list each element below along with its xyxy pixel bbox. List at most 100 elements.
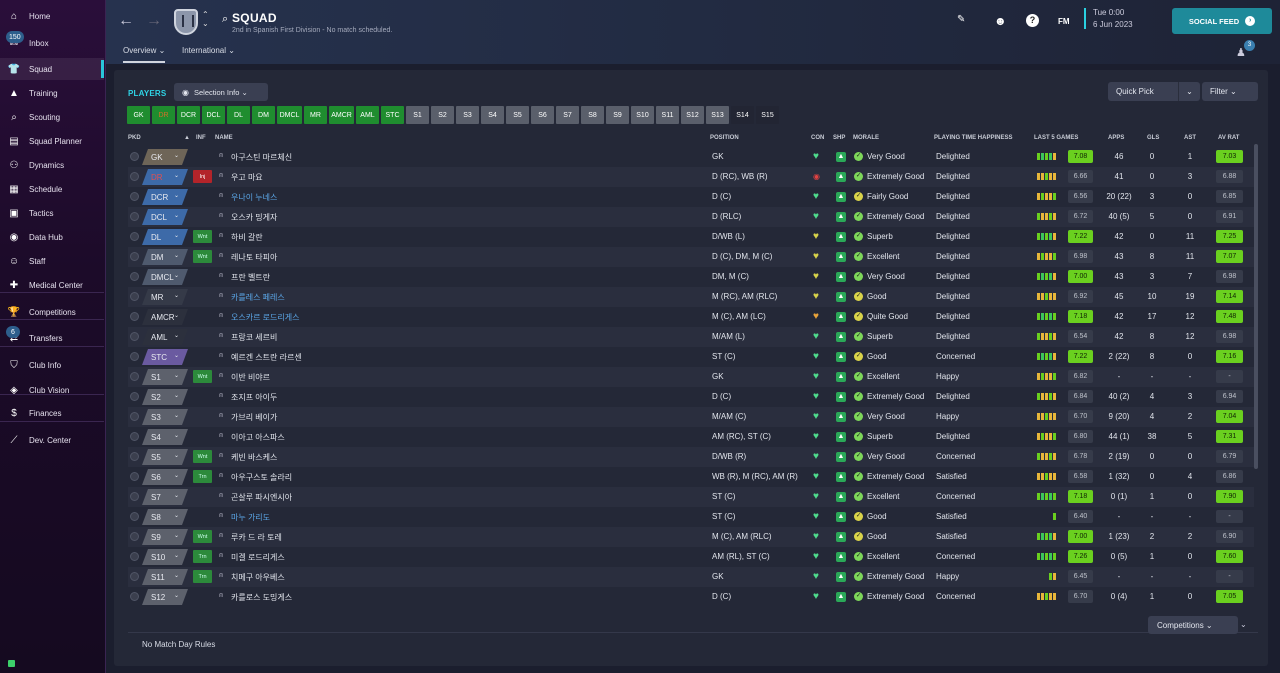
sidebar-item-training[interactable]: ▲ Training	[0, 82, 104, 104]
sidebar-item-dynamics[interactable]: ⚇ Dynamics	[0, 154, 104, 176]
scrollbar[interactable]	[1254, 144, 1258, 469]
sidebar-item-scouting[interactable]: ⌕ Scouting	[0, 106, 104, 128]
pkd-position-selector[interactable]: AMCR ⌄	[142, 309, 188, 325]
club-switch-icon[interactable]: ⌃ ⌄	[202, 10, 209, 28]
select-checkbox[interactable]	[130, 312, 139, 321]
sidebar-item-squad[interactable]: 👕 Squad	[0, 58, 104, 80]
position-tab-dm[interactable]: DM	[252, 106, 275, 124]
pkd-position-selector[interactable]: AML ⌄	[142, 329, 188, 345]
filter-button[interactable]: Filter ⌄	[1202, 82, 1258, 101]
table-row[interactable]: DCL ⌄ ⍝ 오스카 밍게자 D (RLC) ♥ ▲ ✓ Extremely Good Deli…	[128, 207, 1254, 227]
select-checkbox[interactable]	[130, 332, 139, 341]
table-row[interactable]: S9 ⌄ Wnt ⍝ 루카 드 라 토레 M (C), AM (RLC) ♥ ▲ ✓ Good Sa…	[128, 527, 1254, 547]
col-name[interactable]: NAME	[215, 135, 233, 141]
pkd-position-selector[interactable]: GK ⌄	[142, 149, 188, 165]
club-crest[interactable]	[174, 9, 198, 35]
sidebar-item-dev-center[interactable]: ⟋ Dev. Center	[0, 429, 104, 451]
position-tab-s12[interactable]: S12	[681, 106, 704, 124]
pkd-position-selector[interactable]: S3 ⌄	[142, 409, 188, 425]
table-row[interactable]: DR ⌄ Inj ⍝ 우고 마요 D (RC), WB (R) ◉ ▲ ✓ Extremely G…	[128, 167, 1254, 187]
position-tab-s4[interactable]: S4	[481, 106, 504, 124]
player-name[interactable]: 하비 갈란	[231, 232, 263, 243]
fm-menu[interactable]: FM	[1058, 17, 1070, 26]
position-tab-s6[interactable]: S6	[531, 106, 554, 124]
pkd-position-selector[interactable]: DMCL ⌄	[142, 269, 188, 285]
table-row[interactable]: S2 ⌄ ⍝ 조지프 아이두 D (C) ♥ ▲ ✓ Extremely Good Delight…	[128, 387, 1254, 407]
col-playing-time[interactable]: PLAYING TIME HAPPINESS	[934, 135, 1012, 141]
select-checkbox[interactable]	[130, 432, 139, 441]
select-checkbox[interactable]	[130, 492, 139, 501]
manager-face-icon[interactable]: ☻	[994, 14, 1007, 28]
pkd-position-selector[interactable]: MR ⌄	[142, 289, 188, 305]
position-tab-s15[interactable]: S15	[756, 106, 779, 124]
sidebar-item-data-hub[interactable]: ◉ Data Hub	[0, 226, 104, 248]
col-inf[interactable]: INF	[196, 135, 206, 141]
table-row[interactable]: S10 ⌄ Trn ⍝ 미겔 로드리게스 AM (RL), ST (C) ♥ ▲ ✓ Excell…	[128, 547, 1254, 567]
pkd-position-selector[interactable]: S6 ⌄	[142, 469, 188, 485]
position-tab-s14[interactable]: S14	[731, 106, 754, 124]
position-tab-s1[interactable]: S1	[406, 106, 429, 124]
col-av-rat[interactable]: AV RAT	[1218, 135, 1239, 141]
select-checkbox[interactable]	[130, 512, 139, 521]
position-tab-amcr[interactable]: AMCR	[329, 106, 354, 124]
tab-overview[interactable]: Overview ⌄	[123, 46, 166, 63]
position-tab-s5[interactable]: S5	[506, 106, 529, 124]
select-checkbox[interactable]	[130, 232, 139, 241]
select-checkbox[interactable]	[130, 272, 139, 281]
player-name[interactable]: 미겔 로드리게스	[231, 552, 285, 563]
table-row[interactable]: MR ⌄ ⍝ 카를레스 페레스 M (RC), AM (RLC) ♥ ▲ ✓ Good Delig…	[128, 287, 1254, 307]
player-name[interactable]: 조지프 아이두	[231, 392, 277, 403]
select-checkbox[interactable]	[130, 152, 139, 161]
col-gls[interactable]: GLS	[1147, 135, 1159, 141]
select-checkbox[interactable]	[130, 292, 139, 301]
select-checkbox[interactable]	[130, 392, 139, 401]
position-tab-gk[interactable]: GK	[127, 106, 150, 124]
select-checkbox[interactable]	[130, 212, 139, 221]
sidebar-item-tactics[interactable]: ▣ Tactics	[0, 202, 104, 224]
table-row[interactable]: DM ⌄ Wnt ⍝ 레나토 타피아 D (C), DM, M (C) ♥ ▲ ✓ Excelle…	[128, 247, 1254, 267]
table-row[interactable]: S4 ⌄ ⍝ 이아고 아스파스 AM (RC), ST (C) ♥ ▲ ✓ Superb Deli…	[128, 427, 1254, 447]
position-tab-dmcl[interactable]: DMCL	[277, 106, 302, 124]
table-row[interactable]: S3 ⌄ ⍝ 가브리 베이가 M/AM (C) ♥ ▲ ✓ Very Good Happy 6.70…	[128, 407, 1254, 427]
col-ast[interactable]: AST	[1184, 135, 1196, 141]
table-row[interactable]: STC ⌄ ⍝ 예르겐 스트란 라르센 ST (C) ♥ ▲ ✓ Good Concerned 7.…	[128, 347, 1254, 367]
player-name[interactable]: 치메구 아우베스	[231, 572, 285, 583]
table-row[interactable]: S1 ⌄ Wnt ⍝ 이반 비야르 GK ♥ ▲ ✓ Excellent Happy 6.82- - - -	[128, 367, 1254, 387]
player-name[interactable]: 마누 가리도	[231, 512, 270, 523]
back-arrow-icon[interactable]: ←	[118, 12, 134, 30]
pkd-position-selector[interactable]: S12 ⌄	[142, 589, 188, 605]
position-tab-s3[interactable]: S3	[456, 106, 479, 124]
player-name[interactable]: 우나이 누녜스	[231, 192, 277, 203]
pkd-position-selector[interactable]: S4 ⌄	[142, 429, 188, 445]
pkd-position-selector[interactable]: S11 ⌄	[142, 569, 188, 585]
col-morale[interactable]: MORALE	[853, 135, 879, 141]
player-name[interactable]: 레나토 타피아	[231, 252, 277, 263]
position-tab-stc[interactable]: STC	[381, 106, 404, 124]
player-name[interactable]: 이아고 아스파스	[231, 432, 285, 443]
sidebar-item-squad-planner[interactable]: ▤ Squad Planner	[0, 130, 104, 152]
select-checkbox[interactable]	[130, 412, 139, 421]
position-tab-s8[interactable]: S8	[581, 106, 604, 124]
table-row[interactable]: S7 ⌄ ⍝ 곤살루 파시엔시아 ST (C) ♥ ▲ ✓ Excellent Concerned…	[128, 487, 1254, 507]
position-tab-mr[interactable]: MR	[304, 106, 327, 124]
player-name[interactable]: 아우구스토 솔라리	[231, 472, 292, 483]
sidebar-item-home[interactable]: ⌂ Home	[0, 5, 104, 27]
col-last5[interactable]: LAST 5 GAMES	[1034, 135, 1078, 141]
col-pkd[interactable]: PKD	[128, 135, 141, 141]
player-name[interactable]: 가브리 베이가	[231, 412, 277, 423]
quick-pick-button[interactable]: Quick Pick ⌄	[1108, 82, 1200, 101]
position-tab-dcr[interactable]: DCR	[177, 106, 200, 124]
pkd-position-selector[interactable]: S2 ⌄	[142, 389, 188, 405]
select-checkbox[interactable]	[130, 352, 139, 361]
sidebar-item-schedule[interactable]: ▦ Schedule	[0, 178, 104, 200]
forward-arrow-icon[interactable]: →	[146, 12, 162, 30]
social-feed-button[interactable]: SOCIAL FEED ›	[1172, 8, 1272, 34]
position-tab-s2[interactable]: S2	[431, 106, 454, 124]
player-name[interactable]: 이반 비야르	[231, 372, 270, 383]
position-tab-s11[interactable]: S11	[656, 106, 679, 124]
player-name[interactable]: 오스카르 로드리게스	[231, 312, 299, 323]
sort-icon[interactable]: ▲	[184, 135, 190, 141]
table-row[interactable]: S12 ⌄ ⍝ 카를로스 도밍게스 D (C) ♥ ▲ ✓ Extremely Good Conc…	[128, 587, 1254, 607]
position-tab-dcl[interactable]: DCL	[202, 106, 225, 124]
player-name[interactable]: 오스카 밍게자	[231, 212, 277, 223]
